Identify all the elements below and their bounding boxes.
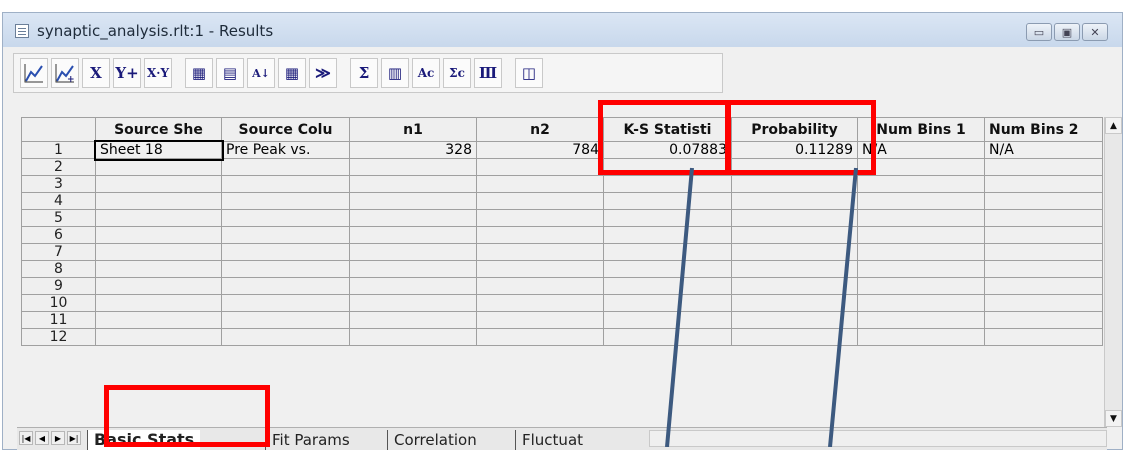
leader-lines	[665, 167, 858, 447]
ks-leader-line	[665, 167, 694, 447]
probability-leader-line	[828, 167, 858, 447]
